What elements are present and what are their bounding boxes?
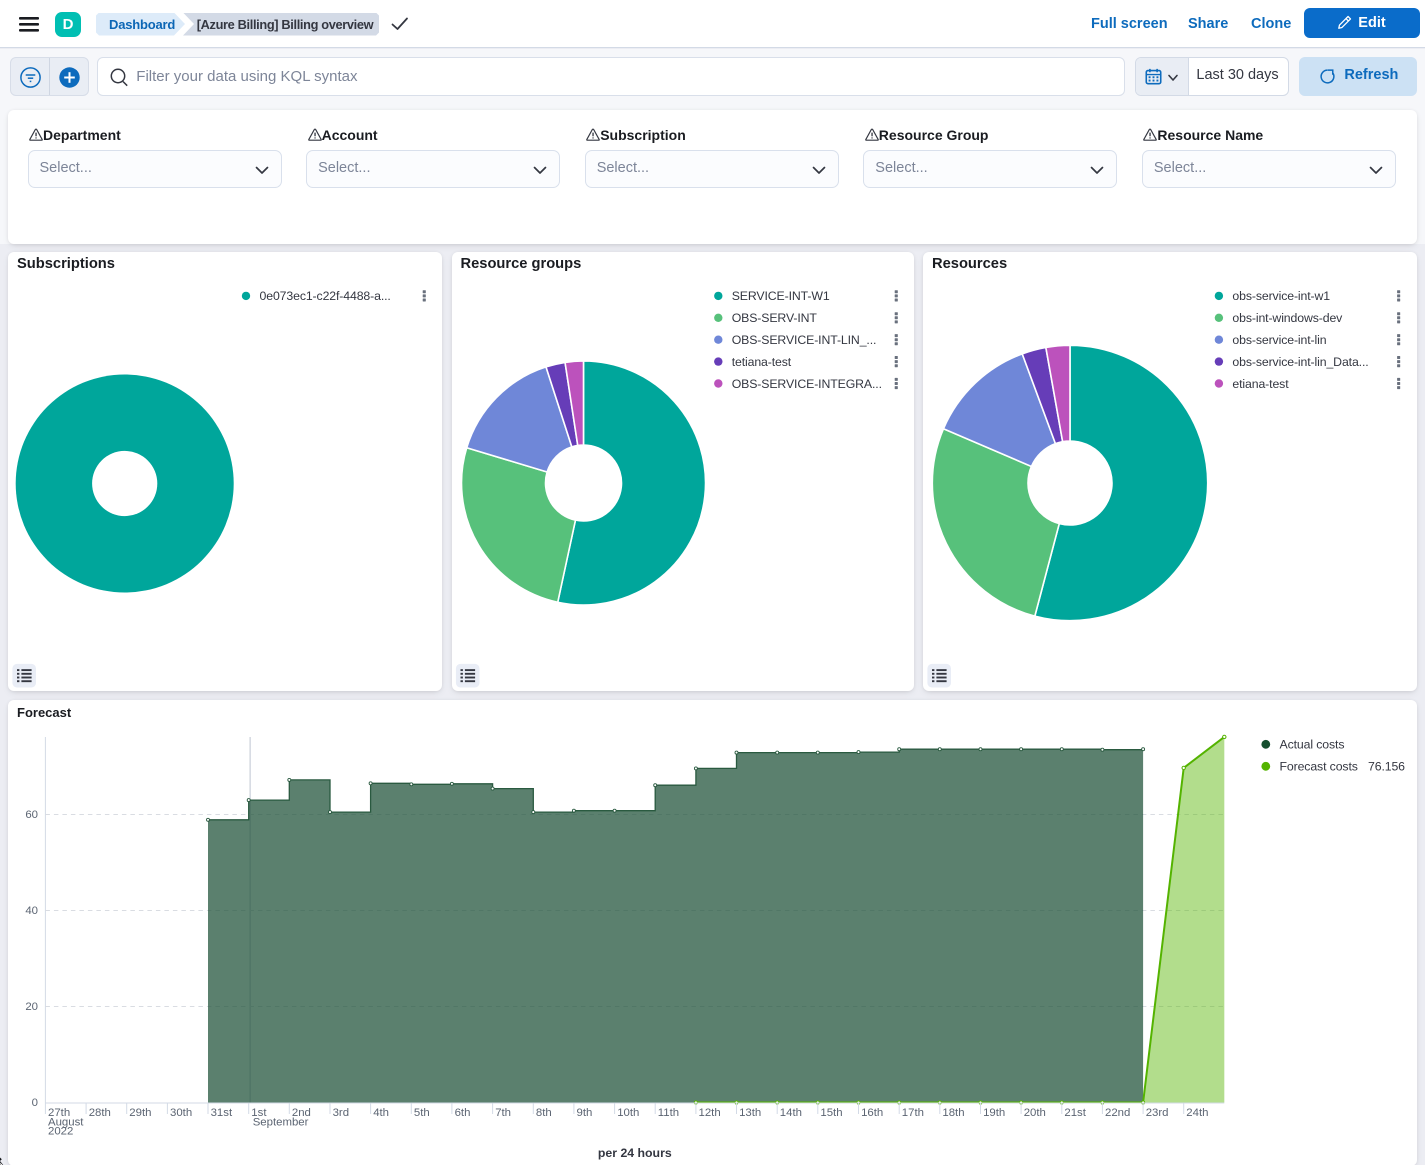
- svg-text:Forecast costs: Forecast costs: [1280, 760, 1358, 774]
- svg-text:0e073ec1-c22f-4488-a...: 0e073ec1-c22f-4488-a...: [260, 289, 391, 303]
- svg-text:7th: 7th: [495, 1107, 511, 1119]
- svg-text:Actual costs: Actual costs: [1280, 738, 1345, 752]
- svg-text:15th: 15th: [820, 1107, 842, 1119]
- svg-text:5th: 5th: [414, 1107, 430, 1119]
- svg-text:0: 0: [32, 1097, 38, 1109]
- svg-text:18th: 18th: [942, 1107, 964, 1119]
- svg-text:20th: 20th: [1024, 1107, 1046, 1119]
- svg-text:21st: 21st: [1064, 1107, 1086, 1119]
- svg-text:76.156: 76.156: [1368, 760, 1405, 774]
- svg-text:31st: 31st: [211, 1107, 233, 1119]
- svg-text:16th: 16th: [861, 1107, 883, 1119]
- svg-text:6th: 6th: [455, 1107, 471, 1119]
- svg-text:obs-int-windows-dev: obs-int-windows-dev: [1232, 311, 1343, 325]
- svg-text:September: September: [253, 1116, 309, 1128]
- svg-text:13th: 13th: [739, 1107, 761, 1119]
- svg-text:OBS-SERVICE-INT-LIN_...: OBS-SERVICE-INT-LIN_...: [732, 333, 877, 347]
- svg-text:9th: 9th: [577, 1107, 593, 1119]
- svg-text:28th: 28th: [89, 1107, 111, 1119]
- svg-text:14th: 14th: [780, 1107, 802, 1119]
- svg-text:3rd: 3rd: [333, 1107, 349, 1119]
- svg-text:17th: 17th: [902, 1107, 924, 1119]
- svg-text:per 24 hours: per 24 hours: [598, 1146, 672, 1160]
- svg-text:obs-service-int-w1: obs-service-int-w1: [1232, 289, 1330, 303]
- svg-text:10th: 10th: [617, 1107, 639, 1119]
- svg-text:obs-service-int-lin: obs-service-int-lin: [1232, 333, 1326, 347]
- svg-text:60: 60: [25, 809, 38, 821]
- svg-text:OBS-SERV-INT: OBS-SERV-INT: [732, 311, 818, 325]
- svg-text:24th: 24th: [1186, 1107, 1208, 1119]
- svg-text:29th: 29th: [129, 1107, 151, 1119]
- svg-text:8th: 8th: [536, 1107, 552, 1119]
- svg-text:40: 40: [25, 905, 38, 917]
- svg-text:4th: 4th: [373, 1107, 389, 1119]
- svg-text:obs-service-int-lin_Data...: obs-service-int-lin_Data...: [1232, 355, 1368, 369]
- svg-text:OBS-SERVICE-INTEGRA...: OBS-SERVICE-INTEGRA...: [732, 377, 882, 391]
- svg-text:23rd: 23rd: [1146, 1107, 1169, 1119]
- svg-text:19th: 19th: [983, 1107, 1005, 1119]
- svg-text:tetiana-test: tetiana-test: [732, 355, 792, 369]
- svg-text:11th: 11th: [658, 1107, 679, 1119]
- svg-text:2022: 2022: [48, 1126, 73, 1138]
- svg-text:12th: 12th: [699, 1107, 721, 1119]
- svg-text:22nd: 22nd: [1105, 1107, 1130, 1119]
- svg-text:30th: 30th: [170, 1107, 192, 1119]
- svg-text:SERVICE-INT-W1: SERVICE-INT-W1: [732, 289, 830, 303]
- svg-text:20: 20: [25, 1001, 38, 1013]
- svg-text:etiana-test: etiana-test: [1232, 377, 1289, 391]
